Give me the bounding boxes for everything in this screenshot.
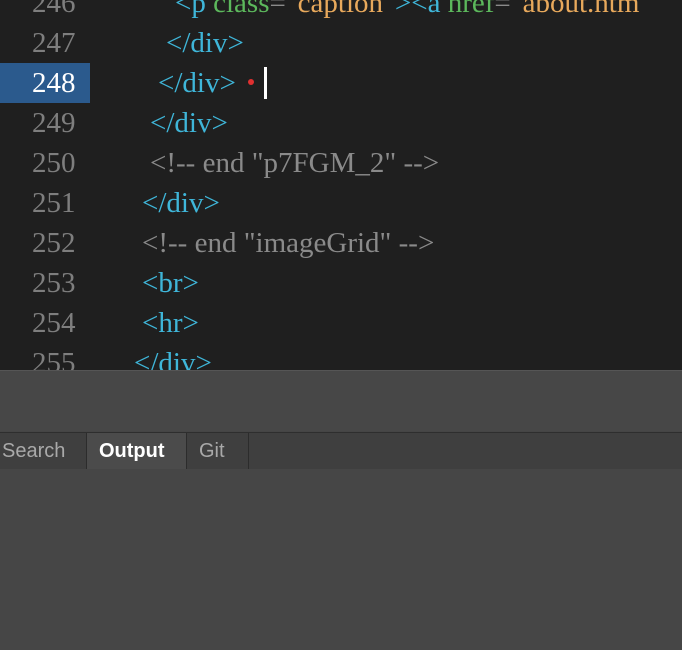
line-code: <p class="caption"><a href="about.htm: [175, 0, 639, 23]
code-line-251[interactable]: 251 </div>: [0, 183, 682, 223]
code-token: class: [213, 0, 270, 19]
code-token: =: [269, 0, 286, 19]
line-code: <br>: [142, 263, 199, 303]
code-token: </div>: [150, 107, 228, 139]
code-line-253[interactable]: 253 <br>: [0, 263, 682, 303]
code-line-247[interactable]: 247 </div>: [0, 23, 682, 63]
code-line-246[interactable]: 246 <p class="caption"><a href="about.ht…: [0, 0, 682, 23]
code-token: "caption": [285, 0, 395, 19]
line-number: 251: [32, 187, 76, 219]
tab-output[interactable]: Output: [87, 433, 187, 469]
line-code: </div>: [142, 183, 220, 223]
line-code: </div>: [134, 343, 212, 370]
code-token: </div>: [142, 187, 220, 219]
line-number: 247: [32, 27, 76, 59]
output-panel[interactable]: [0, 469, 682, 650]
text-cursor: [263, 67, 267, 100]
code-token: </div>: [158, 67, 236, 99]
line-code: </div>: [150, 103, 228, 143]
tab-label: Output: [99, 440, 165, 462]
line-code: <!-- end "imageGrid" -->: [142, 223, 434, 263]
tab-git[interactable]: Git: [187, 433, 249, 469]
code-token: <hr>: [142, 307, 199, 339]
code-token: "about.htm: [510, 0, 640, 19]
code-token: <p: [175, 0, 214, 19]
tab-label: Search: [2, 440, 66, 462]
line-number: 254: [32, 307, 76, 339]
code-line-249[interactable]: 249 </div>: [0, 103, 682, 143]
line-number: 246: [32, 0, 76, 19]
error-marker-icon: [247, 79, 254, 86]
line-number: 255: [32, 347, 76, 370]
line-code: </div>: [158, 63, 267, 103]
code-line-248-active[interactable]: 248 </div>: [0, 63, 682, 103]
line-number: 250: [32, 147, 76, 179]
code-editor[interactable]: 246 <p class="caption"><a href="about.ht…: [0, 0, 682, 370]
code-token: <!-- end "p7FGM_2" -->: [150, 147, 440, 179]
code-token: </div>: [134, 347, 212, 370]
panel-splitter-area[interactable]: [0, 370, 682, 431]
code-line-250[interactable]: 250 <!-- end "p7FGM_2" -->: [0, 143, 682, 183]
code-token: </div>: [166, 27, 244, 59]
line-code: <hr>: [142, 303, 199, 343]
code-line-255[interactable]: 255 </div>: [0, 343, 682, 370]
code-line-254[interactable]: 254 <hr>: [0, 303, 682, 343]
tab-search[interactable]: Search: [0, 433, 87, 469]
line-number: 252: [32, 227, 76, 259]
line-number: 253: [32, 267, 76, 299]
code-token: <br>: [142, 267, 199, 299]
line-code: </div>: [166, 23, 244, 63]
code-line-252[interactable]: 252 <!-- end "imageGrid" -->: [0, 223, 682, 263]
code-token: <!-- end "imageGrid" -->: [142, 227, 435, 259]
tab-label: Git: [199, 440, 225, 462]
code-token: href: [447, 0, 495, 19]
bottom-panel-tabbar: Search Output Git: [0, 432, 682, 470]
code-token: =: [494, 0, 511, 19]
line-number: 249: [32, 107, 76, 139]
line-number-active: 248: [0, 63, 90, 103]
line-code: <!-- end "p7FGM_2" -->: [150, 143, 439, 183]
code-token: ><a: [394, 0, 448, 19]
